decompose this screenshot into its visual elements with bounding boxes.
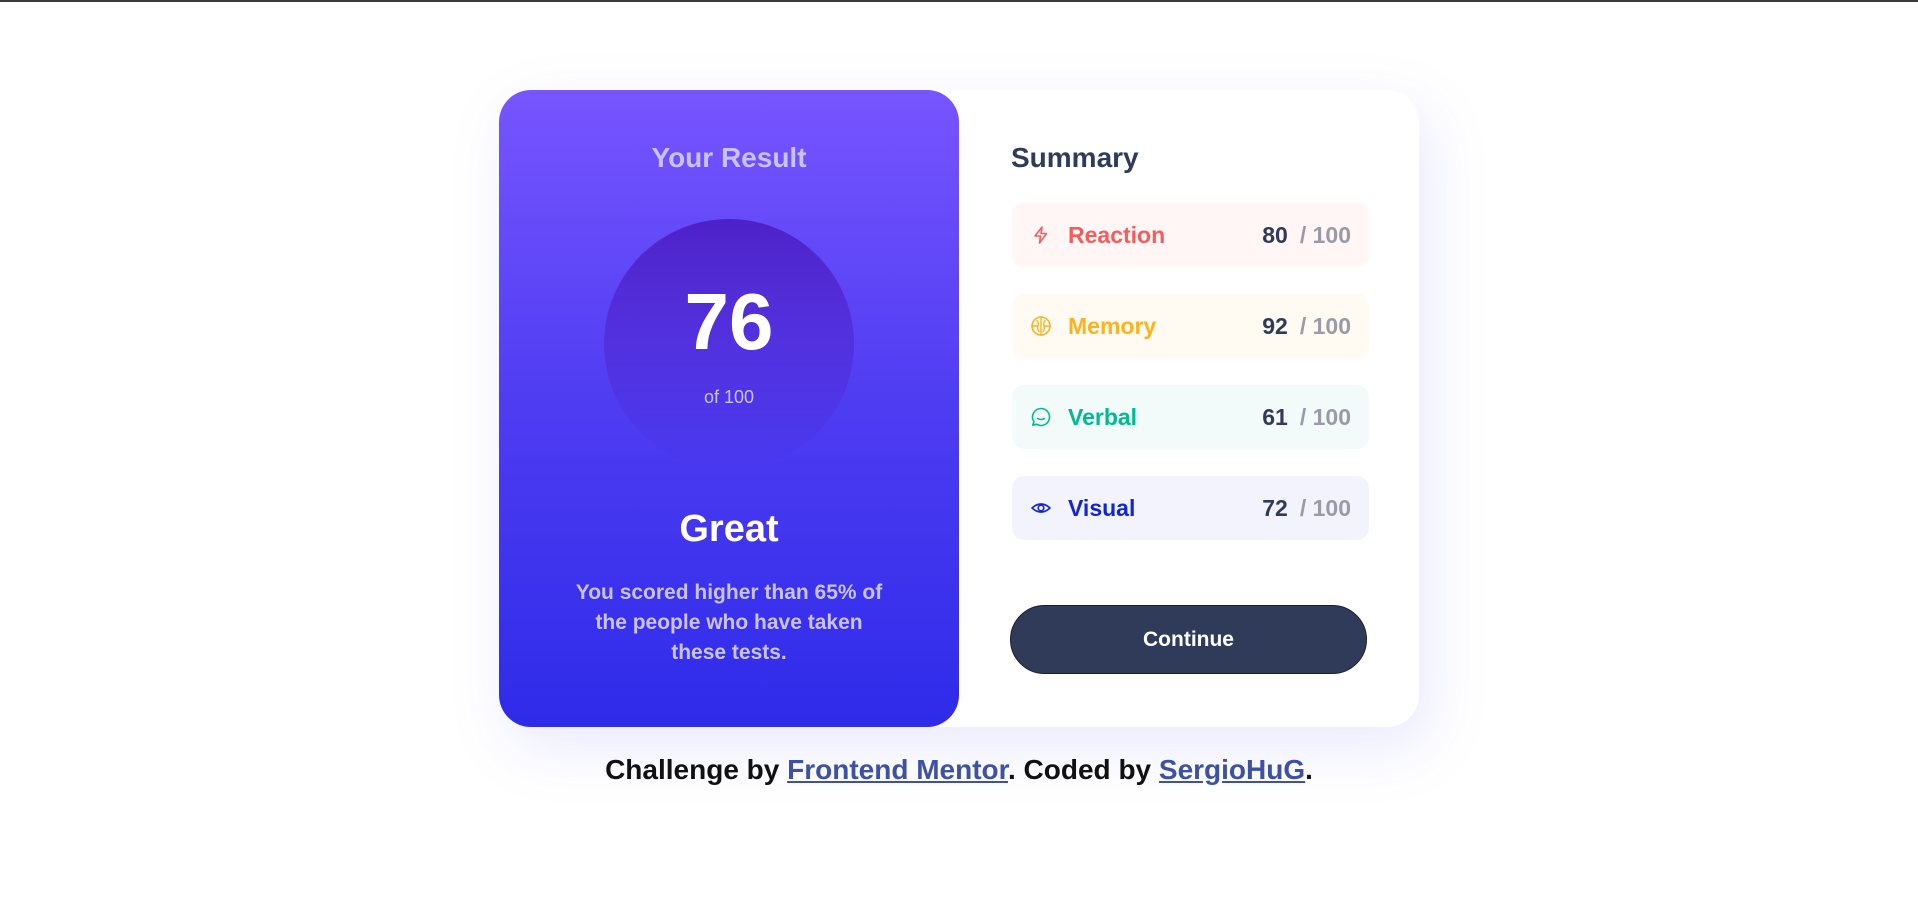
footer-prefix: Challenge by — [605, 754, 788, 785]
brain-icon — [1030, 315, 1052, 337]
footer-middle: . Coded by — [1008, 754, 1159, 785]
attribution-footer: Challenge by Frontend Mentor. Coded by S… — [0, 754, 1918, 786]
footer-suffix: . — [1305, 754, 1313, 785]
continue-button[interactable]: Continue — [1010, 605, 1367, 674]
summary-item-reaction: Reaction 80 / 100 — [1012, 203, 1369, 267]
frontend-mentor-link[interactable]: Frontend Mentor — [787, 754, 1008, 785]
result-panel: Your Result 76 of 100 Great You scored h… — [499, 90, 959, 727]
summary-item-label: Visual — [1068, 494, 1136, 521]
score-circle: 76 of 100 — [604, 219, 854, 469]
summary-item-score: 80 — [1262, 221, 1288, 248]
results-card: Your Result 76 of 100 Great You scored h… — [499, 90, 1419, 727]
summary-item-score: 92 — [1262, 312, 1288, 339]
lightning-icon — [1030, 224, 1052, 246]
score-max-label: of 100 — [703, 387, 755, 407]
eye-icon — [1030, 497, 1052, 519]
summary-item-max: / 100 — [1299, 403, 1351, 430]
summary-item-max: / 100 — [1299, 312, 1351, 339]
chat-bubble-icon — [1030, 406, 1052, 428]
score-value: 76 — [684, 277, 774, 366]
summary-item-score: 61 — [1262, 403, 1288, 430]
result-title: Your Result — [651, 142, 807, 173]
summary-item-label: Verbal — [1068, 403, 1138, 430]
summary-item-label: Reaction — [1068, 221, 1166, 248]
summary-panel: Summary Reaction 80 / 100 Memory 92 / 10… — [959, 90, 1419, 727]
result-description: You scored higher than 65% of the people… — [575, 581, 883, 664]
author-link[interactable]: SergioHuG — [1159, 754, 1305, 785]
summary-item-memory: Memory 92 / 100 — [1012, 294, 1369, 358]
summary-item-max: / 100 — [1299, 221, 1351, 248]
summary-item-score: 72 — [1262, 494, 1288, 521]
summary-item-visual: Visual 72 / 100 — [1012, 476, 1369, 540]
summary-item-verbal: Verbal 61 / 100 — [1012, 385, 1369, 449]
summary-item-max: / 100 — [1299, 494, 1351, 521]
summary-item-label: Memory — [1068, 312, 1157, 339]
rating-label: Great — [679, 508, 779, 550]
summary-title: Summary — [1011, 142, 1139, 173]
